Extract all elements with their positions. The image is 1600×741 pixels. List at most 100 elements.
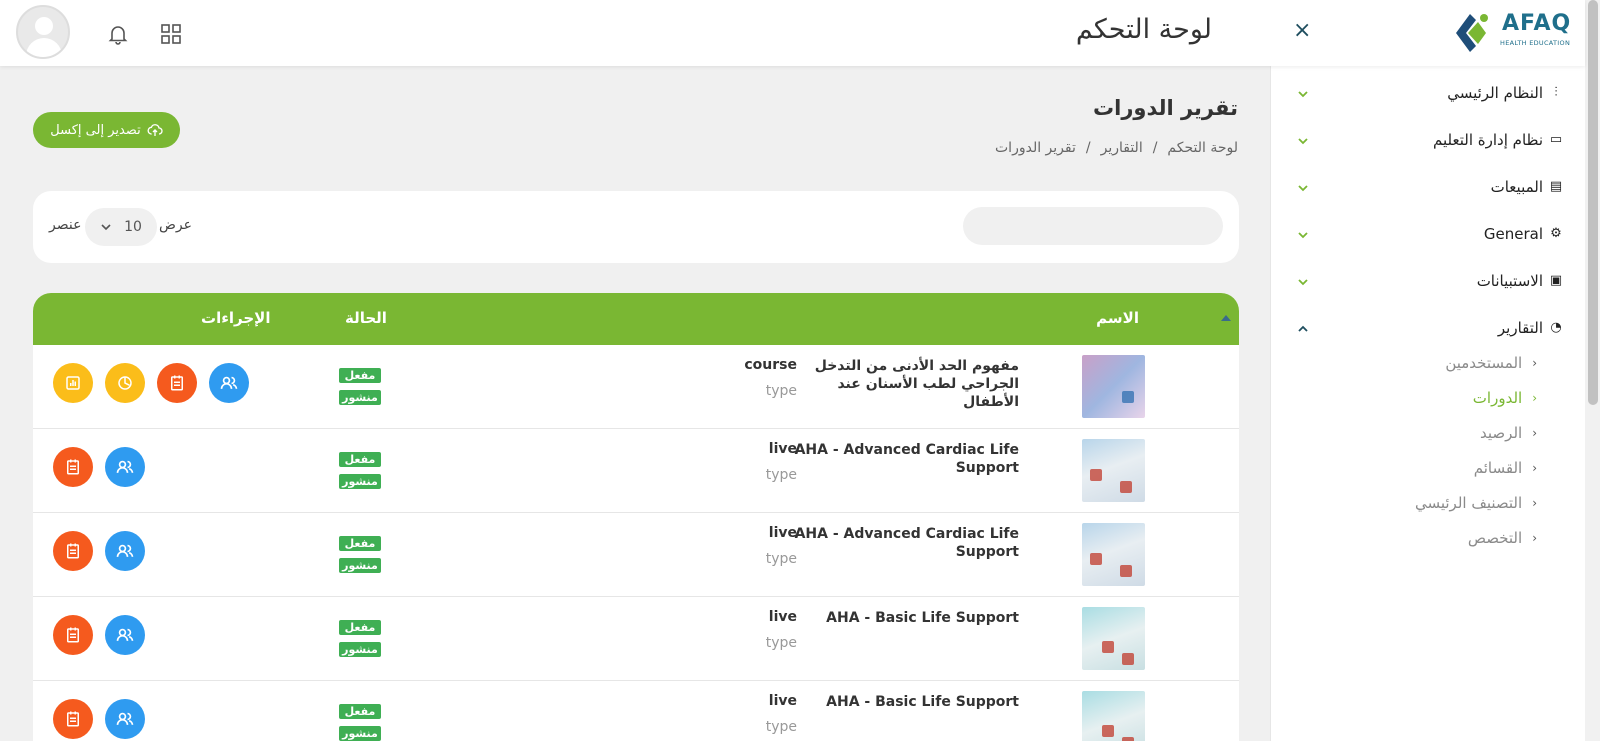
- page-title: لوحة التحكم: [1075, 14, 1212, 45]
- course-thumbnail[interactable]: [1082, 523, 1145, 586]
- clipboard-icon: ▣: [1549, 273, 1563, 288]
- course-type: live type: [673, 525, 797, 567]
- status-badge-active: مفعل: [339, 536, 381, 551]
- subitem-label: الرصيد: [1480, 424, 1523, 442]
- filter-card: عرض 10 عنصر: [33, 191, 1239, 263]
- logo-text: AFAQ: [1502, 11, 1572, 36]
- export-button-label: تصدير إلى إكسل: [50, 122, 141, 138]
- chevron-down-icon[interactable]: [1297, 88, 1309, 100]
- chevron-down-icon[interactable]: [1297, 135, 1309, 147]
- sidebar-item-general[interactable]: ⚙ General: [1293, 219, 1563, 249]
- status-badge-active: مفعل: [339, 620, 381, 635]
- users-button[interactable]: [209, 363, 249, 403]
- row-actions: [53, 699, 145, 739]
- report-button[interactable]: [53, 531, 93, 571]
- bell-icon[interactable]: [106, 22, 130, 46]
- course-type-value: live: [768, 525, 797, 541]
- report-icon: [67, 711, 79, 727]
- subitem-specialty[interactable]: ‹ التخصص: [1468, 529, 1537, 547]
- table-row: AHA - Advanced Cardiac Life Support live…: [33, 429, 1239, 513]
- progress-chart-button[interactable]: [105, 363, 145, 403]
- subitem-label: القسائم: [1473, 459, 1523, 477]
- sidebar-item-lms[interactable]: ▭ نظام إدارة التعليم: [1293, 125, 1563, 155]
- status-badge-active: مفعل: [339, 452, 381, 467]
- subitem-main-category[interactable]: ‹ التصنيف الرئيسي: [1415, 494, 1537, 512]
- items-label: عنصر: [49, 217, 82, 233]
- course-type-label: type: [765, 719, 797, 735]
- table-row: AHA - Advanced Cardiac Life Support live…: [33, 513, 1239, 597]
- breadcrumb-dashboard[interactable]: لوحة التحكم: [1167, 140, 1238, 156]
- sidebar-item-surveys[interactable]: ▣ الاستبيانات: [1293, 266, 1563, 296]
- status-badges: مفعل منشور: [339, 368, 381, 412]
- course-name[interactable]: مفهوم الحد الأدنى من التدخل الجراحي لطب …: [789, 357, 1019, 411]
- breadcrumb-reports[interactable]: التقارير: [1101, 140, 1143, 156]
- table-row: AHA - Basic Life Support live type مفعل …: [33, 681, 1239, 741]
- sidebar-item-sales[interactable]: ▤ المبيعات: [1293, 172, 1563, 202]
- page-size-select[interactable]: 10: [85, 208, 157, 246]
- users-icon: [116, 460, 134, 474]
- close-sidebar-button[interactable]: ×: [1293, 18, 1311, 43]
- chevron-left-icon: ‹: [1532, 496, 1537, 510]
- subitem-balance[interactable]: ‹ الرصيد: [1480, 424, 1537, 442]
- course-type-value: live: [768, 609, 797, 625]
- bar-chart-button[interactable]: [53, 363, 93, 403]
- pie-chart-icon: ◔: [1550, 320, 1562, 335]
- page-scrollbar[interactable]: [1585, 0, 1600, 741]
- header-status[interactable]: الحالة: [345, 309, 387, 327]
- row-actions: [53, 447, 145, 487]
- sidebar-item-label: General: [1483, 225, 1543, 243]
- course-thumbnail[interactable]: [1082, 607, 1145, 670]
- users-button[interactable]: [105, 447, 145, 487]
- course-type: live type: [673, 693, 797, 735]
- chevron-down-icon[interactable]: [1297, 182, 1309, 194]
- apps-grid-icon[interactable]: [159, 22, 183, 46]
- course-name[interactable]: AHA - Basic Life Support: [789, 609, 1019, 627]
- course-name[interactable]: AHA - Basic Life Support: [789, 693, 1019, 711]
- course-type: live type: [673, 609, 797, 651]
- export-excel-button[interactable]: تصدير إلى إكسل: [33, 112, 180, 148]
- scrollbar-thumb[interactable]: [1588, 0, 1598, 405]
- status-badge-active: مفعل: [339, 704, 381, 719]
- chevron-up-icon[interactable]: [1297, 323, 1309, 335]
- report-button[interactable]: [53, 447, 93, 487]
- course-thumbnail[interactable]: [1082, 691, 1145, 741]
- logo-subtitle: HEALTH EDUCATION: [1500, 39, 1571, 47]
- chevron-left-icon: ‹: [1532, 426, 1537, 440]
- users-button[interactable]: [105, 699, 145, 739]
- report-button[interactable]: [157, 363, 197, 403]
- subitem-label: المستخدمين: [1445, 354, 1523, 372]
- status-badges: مفعل منشور: [339, 536, 381, 580]
- chevron-left-icon: ‹: [1532, 356, 1537, 370]
- subitem-users[interactable]: ‹ المستخدمين: [1445, 354, 1537, 372]
- users-button[interactable]: [105, 615, 145, 655]
- sidebar: ⫶ النظام الرئيسي ▭ نظام إدارة التعليم ▤ …: [1270, 66, 1585, 741]
- chevron-down-icon[interactable]: [1297, 229, 1309, 241]
- report-icon: [171, 375, 183, 391]
- header-name[interactable]: الاسم: [1096, 309, 1139, 327]
- course-type: course type: [673, 357, 797, 399]
- sidebar-item-reports[interactable]: ◔ التقارير: [1293, 313, 1563, 343]
- chevron-down-icon: [101, 224, 111, 231]
- row-actions: [53, 615, 145, 655]
- breadcrumb-current: تقرير الدورات: [995, 140, 1076, 156]
- breadcrumb-separator: /: [1152, 140, 1158, 156]
- course-name[interactable]: AHA - Advanced Cardiac Life Support: [789, 525, 1019, 561]
- course-thumbnail[interactable]: [1082, 439, 1145, 502]
- bar-chart-icon: [66, 376, 80, 390]
- courses-table: الاسم الحالة الإجراءات مفهوم الحد الأدنى…: [33, 293, 1239, 741]
- course-thumbnail[interactable]: [1082, 355, 1145, 418]
- sidebar-item-label: المبيعات: [1490, 178, 1543, 196]
- sort-caret-icon[interactable]: [1221, 315, 1231, 321]
- search-input[interactable]: [963, 207, 1223, 245]
- course-name[interactable]: AHA - Advanced Cardiac Life Support: [789, 441, 1019, 477]
- course-type-value: live: [768, 441, 797, 457]
- users-button[interactable]: [105, 531, 145, 571]
- user-avatar[interactable]: [16, 5, 70, 59]
- report-button[interactable]: [53, 699, 93, 739]
- subitem-courses[interactable]: ‹ الدورات: [1473, 389, 1537, 407]
- cloud-upload-icon: [147, 124, 163, 136]
- chevron-down-icon[interactable]: [1297, 276, 1309, 288]
- subitem-coupons[interactable]: ‹ القسائم: [1474, 459, 1537, 477]
- sidebar-item-main-system[interactable]: ⫶ النظام الرئيسي: [1293, 78, 1563, 108]
- report-button[interactable]: [53, 615, 93, 655]
